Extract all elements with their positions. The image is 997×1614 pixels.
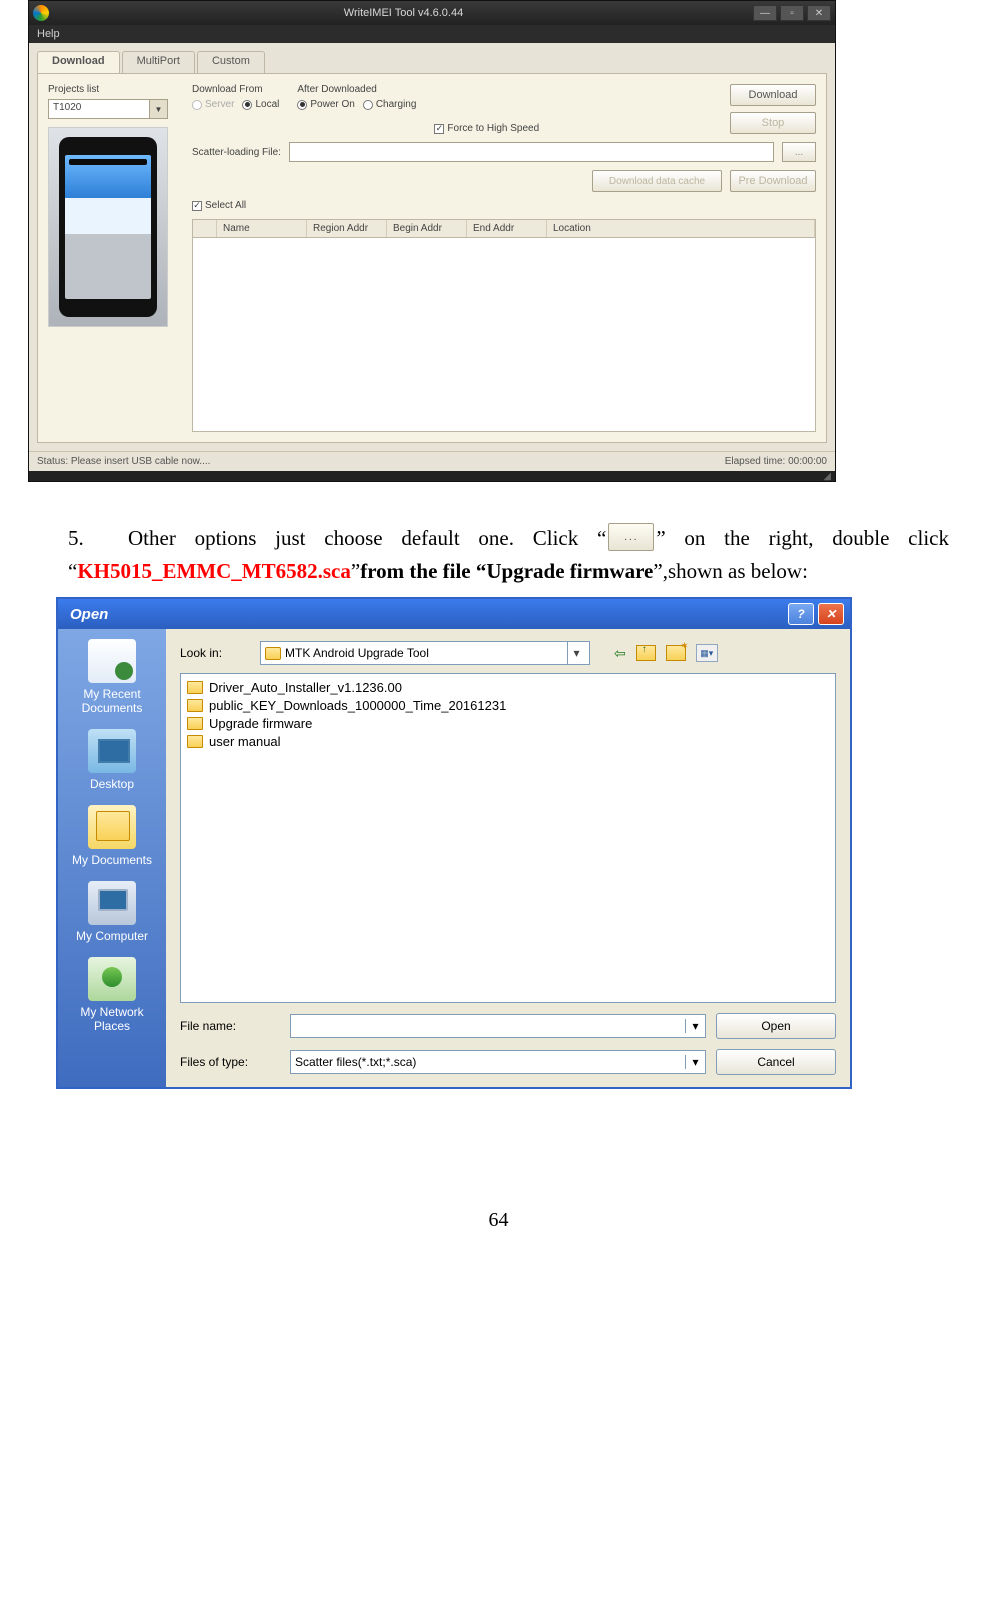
projects-combo[interactable]: T1020 ▼ — [48, 99, 168, 119]
cancel-button[interactable]: Cancel — [716, 1049, 836, 1075]
computer-icon — [88, 881, 136, 925]
recent-documents-icon — [88, 639, 136, 683]
download-from-group: Download From Server Local — [192, 84, 279, 110]
projects-combo-value: T1020 — [49, 100, 149, 118]
scatter-file-input[interactable] — [289, 142, 774, 162]
filetype-combo[interactable]: Scatter files(*.txt;*.sca) ▾ — [290, 1050, 706, 1074]
app-logo-icon — [33, 5, 49, 21]
column-region-addr[interactable]: Region Addr — [307, 220, 387, 237]
after-downloaded-label: After Downloaded — [297, 84, 416, 95]
close-button[interactable]: ✕ — [807, 5, 831, 21]
column-begin-addr[interactable]: Begin Addr — [387, 220, 467, 237]
back-icon[interactable]: ⇦ — [614, 645, 626, 662]
tabstrip: Download MultiPort Custom — [37, 51, 827, 73]
status-text: Status: Please insert USB cable now.... — [37, 456, 210, 467]
inline-browse-button-icon: ... — [608, 523, 654, 551]
instruction-step-5: 5.Other options just choose default one.… — [28, 522, 969, 587]
places-bar: My Recent Documents Desktop My Documents… — [58, 629, 166, 1087]
column-end-addr[interactable]: End Addr — [467, 220, 547, 237]
statusbar: Status: Please insert USB cable now.... … — [29, 451, 835, 471]
device-preview-image — [48, 127, 168, 327]
folder-icon — [187, 735, 203, 748]
close-button[interactable]: ✕ — [818, 603, 844, 625]
force-high-speed-checkbox[interactable]: ✓Force to High Speed — [434, 123, 539, 134]
list-item[interactable]: public_KEY_Downloads_1000000_Time_201612… — [187, 698, 829, 713]
menubar: Help — [29, 25, 835, 43]
radio-local[interactable]: Local — [242, 99, 279, 110]
download-panel: Projects list T1020 ▼ Download From — [37, 73, 827, 443]
radio-power-on[interactable]: Power On — [297, 99, 354, 110]
page-number: 64 — [28, 1209, 969, 1232]
after-downloaded-group: After Downloaded Power On Charging — [297, 84, 416, 110]
column-location[interactable]: Location — [547, 220, 815, 237]
place-network[interactable]: My Network Places — [64, 957, 160, 1033]
look-in-combo[interactable]: MTK Android Upgrade Tool ▾ — [260, 641, 590, 665]
place-computer[interactable]: My Computer — [64, 881, 160, 943]
filename-label: File name: — [180, 1019, 280, 1033]
download-data-cache-button: Download data cache — [592, 170, 722, 192]
list-item[interactable]: user manual — [187, 734, 829, 749]
open-file-dialog: Open ? ✕ My Recent Documents Desktop My … — [56, 597, 852, 1089]
browse-button[interactable]: ... — [782, 142, 816, 162]
column-check — [193, 220, 217, 237]
list-item[interactable]: Upgrade firmware — [187, 716, 829, 731]
documents-icon — [88, 805, 136, 849]
list-item[interactable]: Driver_Auto_Installer_v1.1236.00 — [187, 680, 829, 695]
file-list[interactable]: Driver_Auto_Installer_v1.1236.00 public_… — [180, 673, 836, 1003]
download-button[interactable]: Download — [730, 84, 816, 106]
folder-icon — [187, 699, 203, 712]
folder-icon — [187, 717, 203, 730]
view-menu-icon[interactable]: ▦▾ — [696, 644, 718, 662]
desktop-icon — [88, 729, 136, 773]
menu-help[interactable]: Help — [37, 28, 60, 40]
resize-grip-icon[interactable]: ◢ — [823, 471, 831, 481]
pre-download-button: Pre Download — [730, 170, 816, 192]
scatter-filename-text: KH5015_EMMC_MT6582.sca — [77, 559, 351, 583]
filetype-label: Files of type: — [180, 1055, 280, 1069]
partition-table: Name Region Addr Begin Addr End Addr Loc… — [192, 219, 816, 432]
titlebar[interactable]: WriteIMEI Tool v4.6.0.44 — ▫ ✕ — [29, 1, 835, 25]
filename-input[interactable]: ▾ — [290, 1014, 706, 1038]
writeimei-tool-window: WriteIMEI Tool v4.6.0.44 — ▫ ✕ Help Down… — [28, 0, 836, 482]
tab-custom[interactable]: Custom — [197, 51, 265, 73]
radio-server[interactable]: Server — [192, 99, 234, 110]
select-all-checkbox[interactable]: ✓Select All — [192, 200, 816, 211]
look-in-value: MTK Android Upgrade Tool — [285, 646, 567, 660]
scatter-file-label: Scatter-loading File: — [192, 147, 281, 158]
place-recent[interactable]: My Recent Documents — [64, 639, 160, 715]
folder-icon — [187, 681, 203, 694]
stop-button: Stop — [730, 112, 816, 134]
up-one-level-icon[interactable] — [636, 645, 656, 661]
help-button[interactable]: ? — [788, 603, 814, 625]
column-name[interactable]: Name — [217, 220, 307, 237]
maximize-button[interactable]: ▫ — [780, 5, 804, 21]
chevron-down-icon[interactable]: ▾ — [685, 1019, 705, 1033]
open-dialog-titlebar[interactable]: Open ? ✕ — [58, 599, 850, 629]
chevron-down-icon: ▼ — [149, 100, 167, 118]
step-number: 5. — [68, 522, 128, 555]
place-documents[interactable]: My Documents — [64, 805, 160, 867]
folder-icon — [265, 647, 281, 660]
tab-multiport[interactable]: MultiPort — [122, 51, 195, 73]
new-folder-icon[interactable] — [666, 645, 686, 661]
projects-list-label: Projects list — [48, 84, 178, 95]
open-dialog-title: Open — [64, 606, 784, 623]
chevron-down-icon: ▾ — [567, 642, 585, 664]
place-desktop[interactable]: Desktop — [64, 729, 160, 791]
chevron-down-icon[interactable]: ▾ — [685, 1055, 705, 1069]
look-in-label: Look in: — [180, 646, 250, 660]
radio-charging[interactable]: Charging — [363, 99, 417, 110]
elapsed-time: Elapsed time: 00:00:00 — [725, 456, 827, 467]
download-from-label: Download From — [192, 84, 279, 95]
minimize-button[interactable]: — — [753, 5, 777, 21]
open-button[interactable]: Open — [716, 1013, 836, 1039]
window-title: WriteIMEI Tool v4.6.0.44 — [57, 7, 750, 19]
tab-download[interactable]: Download — [37, 51, 120, 73]
network-icon — [88, 957, 136, 1001]
